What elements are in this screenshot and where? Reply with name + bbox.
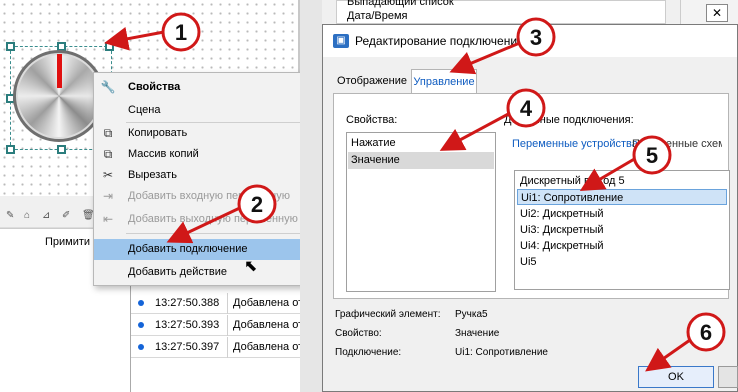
event-log: 13:27:50.388 Добавлена отла 13:27:50.393… (130, 285, 325, 392)
tab-panel: Свойства: Нажатие Значение Доступные под… (333, 93, 730, 299)
menu-item-scene[interactable]: Сцена (94, 100, 322, 121)
log-time: 13:27:50.397 (155, 341, 220, 353)
log-time: 13:27:50.388 (155, 297, 220, 309)
menu-item-copy[interactable]: ⧉ Копировать (94, 123, 322, 144)
connection-item[interactable]: Ui2: Дискретный (517, 206, 717, 222)
mouse-cursor-icon: ⬉ (244, 258, 258, 275)
pick-icon[interactable]: ✐ (62, 210, 70, 221)
property-item[interactable]: Нажатие (348, 135, 494, 152)
resize-handle[interactable] (6, 42, 15, 51)
list-item[interactable]: Дата/Время (347, 10, 408, 22)
available-connections-label: Доступные подключения: (504, 114, 634, 126)
connection-value: Ui1: Сопротивление (455, 347, 548, 358)
menu-item-add-output: ⇤ Добавить выходную переменную (94, 209, 322, 230)
connection-item[interactable]: Ui3: Дискретный (517, 222, 717, 238)
connection-label: Подключение: (335, 347, 402, 358)
add-input-icon: ⇥ (102, 189, 114, 203)
scissors-icon: ✂ (102, 168, 114, 182)
dialog-titlebar: ▣ Редактирование подключения (323, 25, 737, 57)
info-dot-icon (138, 322, 144, 328)
cancel-button[interactable] (718, 366, 738, 388)
widget-list: Выпадающий список Дата/Время (336, 0, 666, 24)
close-icon[interactable]: ✕ (706, 4, 728, 22)
property-label: Свойство: (335, 328, 382, 339)
menu-item-copy-array[interactable]: ⧉ Массив копий (94, 144, 322, 165)
resize-handle[interactable] (105, 42, 114, 51)
subtab-scheme-variables[interactable]: Переменные схемы (632, 138, 722, 150)
element-label: Графический элемент: (335, 309, 441, 320)
property-item-selected[interactable]: Значение (348, 152, 494, 169)
log-row[interactable]: 13:27:50.388 Добавлена отла (131, 293, 325, 314)
menu-item-add-action[interactable]: Добавить действие (94, 262, 322, 283)
primitives-column-header: Примити (45, 236, 91, 248)
menu-item-properties[interactable]: 🔧 Свойства (94, 77, 322, 98)
log-time: 13:27:50.393 (155, 319, 220, 331)
resize-handle[interactable] (57, 145, 66, 154)
connection-item[interactable]: Ui4: Дискретный (517, 238, 717, 254)
app-icon: ▣ (333, 34, 349, 48)
tab-control[interactable]: Управление (411, 69, 477, 94)
resize-handle[interactable] (6, 145, 15, 154)
copy-array-icon: ⧉ (103, 147, 113, 161)
delete-icon[interactable]: ✎ (6, 210, 14, 221)
subtab-device-variables[interactable]: Переменные устройства (512, 138, 638, 150)
menu-item-cut[interactable]: ✂ Вырезать (94, 165, 322, 186)
connection-item-selected[interactable]: Ui1: Сопротивление (517, 189, 727, 205)
info-dot-icon (138, 300, 144, 306)
copy-icon: ⧉ (103, 126, 113, 140)
connection-item[interactable]: Дискретный выход 5 (517, 173, 717, 189)
add-output-icon: ⇤ (102, 212, 114, 226)
log-row[interactable]: 13:27:50.393 Добавлена отла (131, 315, 325, 336)
log-row[interactable]: 13:27:50.397 Добавлена отла (131, 337, 325, 358)
ok-button[interactable]: OK (638, 366, 714, 388)
paint-icon[interactable]: ⌂ (24, 210, 30, 221)
context-menu: 🔧 Свойства Сцена ⧉ Копировать ⧉ Массив к… (93, 72, 323, 286)
properties-list[interactable]: Нажатие Значение (346, 132, 496, 292)
knob-indicator (57, 54, 62, 88)
connection-item[interactable]: Ui5 (517, 254, 717, 270)
wrench-icon: 🔧 (100, 80, 116, 94)
properties-label: Свойства: (346, 114, 398, 126)
element-value: Ручка5 (455, 309, 488, 320)
property-value: Значение (455, 328, 500, 339)
edit-connection-dialog: ▣ Редактирование подключения Отображение… (322, 24, 738, 392)
list-item[interactable]: Выпадающий список (347, 0, 454, 8)
dialog-title: Редактирование подключения (355, 34, 524, 48)
splitter[interactable] (300, 0, 322, 392)
menu-item-add-connection[interactable]: Добавить подключение (94, 239, 322, 260)
info-dot-icon (138, 344, 144, 350)
menu-item-add-input: ⇥ Добавить входную переменную (94, 186, 322, 207)
tab-display[interactable]: Отображение (335, 69, 409, 93)
connections-list[interactable]: Дискретный выход 5 Ui1: Сопротивление Ui… (514, 170, 730, 290)
fill-icon[interactable]: ⊿ (42, 210, 50, 221)
